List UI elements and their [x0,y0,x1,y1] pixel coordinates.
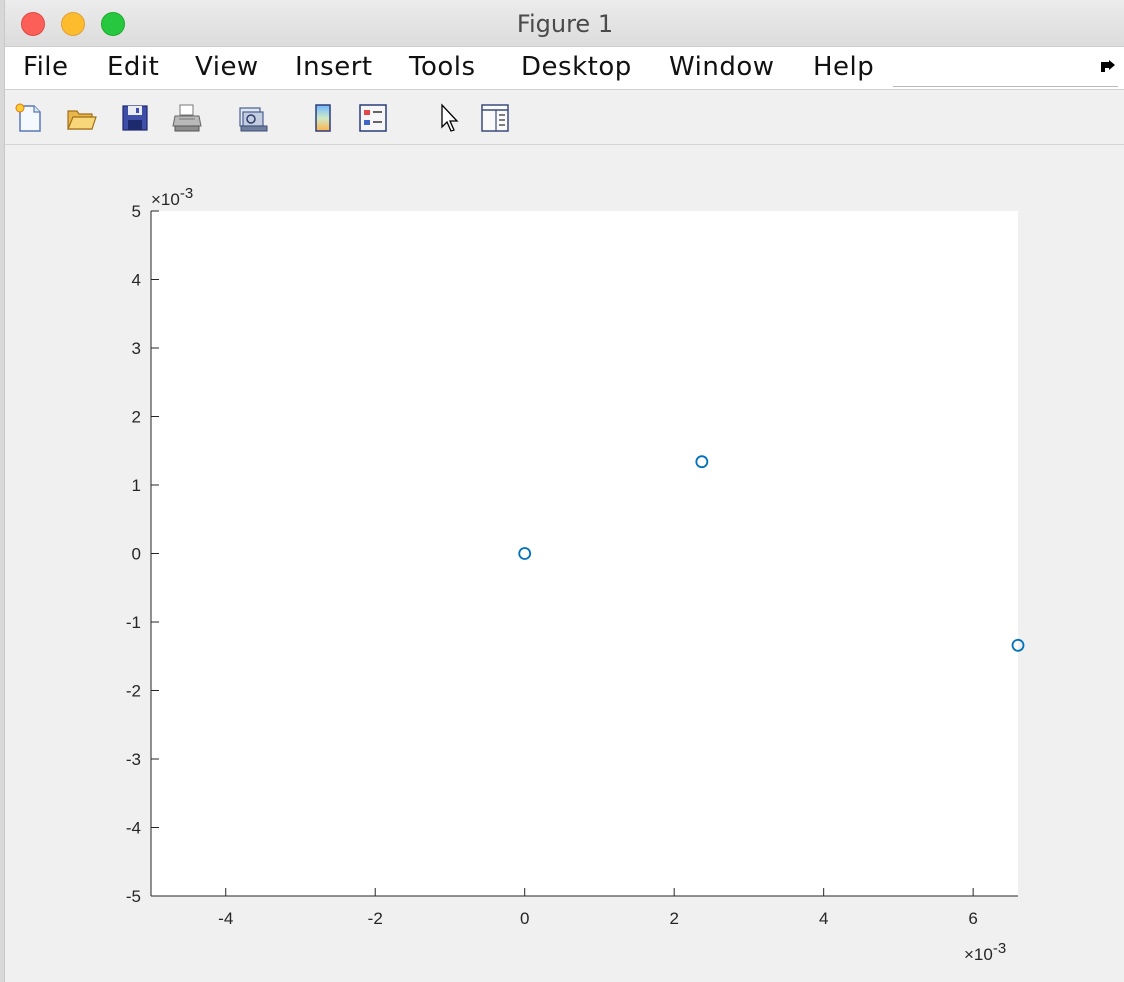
y-tick-label: 5 [132,202,141,221]
x-tick-label: 6 [968,909,977,928]
x-tick-label: 4 [819,909,828,928]
y-tick-label: -2 [126,682,141,701]
y-tick-label: -1 [126,613,141,632]
plot-area: -4 -2 0 2 4 6 -5 -4 -3 -2 -1 0 1 2 3 4 5 ×10-3 ×10-3 [5,145,1124,982]
y-exponent-label: ×10-3 [151,185,193,209]
y-tick-label: 3 [132,339,141,358]
save-icon[interactable] [119,102,151,134]
menu-window[interactable]: Window [669,52,775,82]
x-tick-label: 0 [520,909,529,928]
y-tick-label: -3 [126,750,141,769]
y-tick-label: -4 [126,819,141,838]
legend-icon[interactable] [357,102,389,134]
x-tick-label: -2 [368,909,383,928]
print-icon[interactable] [171,102,203,134]
property-editor-icon[interactable] [479,102,511,134]
axes-background [151,211,1018,896]
scatter-chart[interactable]: -4 -2 0 2 4 6 -5 -4 -3 -2 -1 0 1 2 3 4 5 ×10-3 ×10-3 [5,145,1124,982]
colorbar-icon[interactable] [307,102,339,134]
y-tick-label: 0 [132,545,141,564]
y-tick-label: -5 [126,887,141,906]
y-tick-label: 1 [132,476,141,495]
x-tick-label: -4 [218,909,233,928]
menu-bar: File Edit View Insert Tools Desktop Wind… [5,47,1124,90]
x-exponent-label: ×10-3 [964,940,1006,964]
menu-edit[interactable]: Edit [107,52,159,82]
menu-help[interactable]: Help [813,52,874,82]
x-tick-label: 2 [669,909,678,928]
menu-insert[interactable]: Insert [295,52,373,82]
y-tick-label: 2 [132,408,141,427]
new-figure-icon[interactable] [13,102,45,134]
open-file-icon[interactable] [65,102,97,134]
title-bar: Figure 1 [5,0,1124,47]
dock-arrow-icon[interactable] [1099,59,1117,75]
menu-tools[interactable]: Tools [409,52,476,82]
toolbar [5,90,1124,145]
menu-view[interactable]: View [195,52,259,82]
print-preview-icon[interactable] [237,102,269,134]
y-tick-label: 4 [132,271,141,290]
menu-desktop[interactable]: Desktop [521,52,632,82]
figure-window: Figure 1 File Edit View Insert Tools Des… [4,0,1124,982]
menu-separator [893,86,1118,87]
menu-file[interactable]: File [23,52,69,82]
pointer-icon[interactable] [433,102,465,134]
window-title: Figure 1 [516,10,614,38]
